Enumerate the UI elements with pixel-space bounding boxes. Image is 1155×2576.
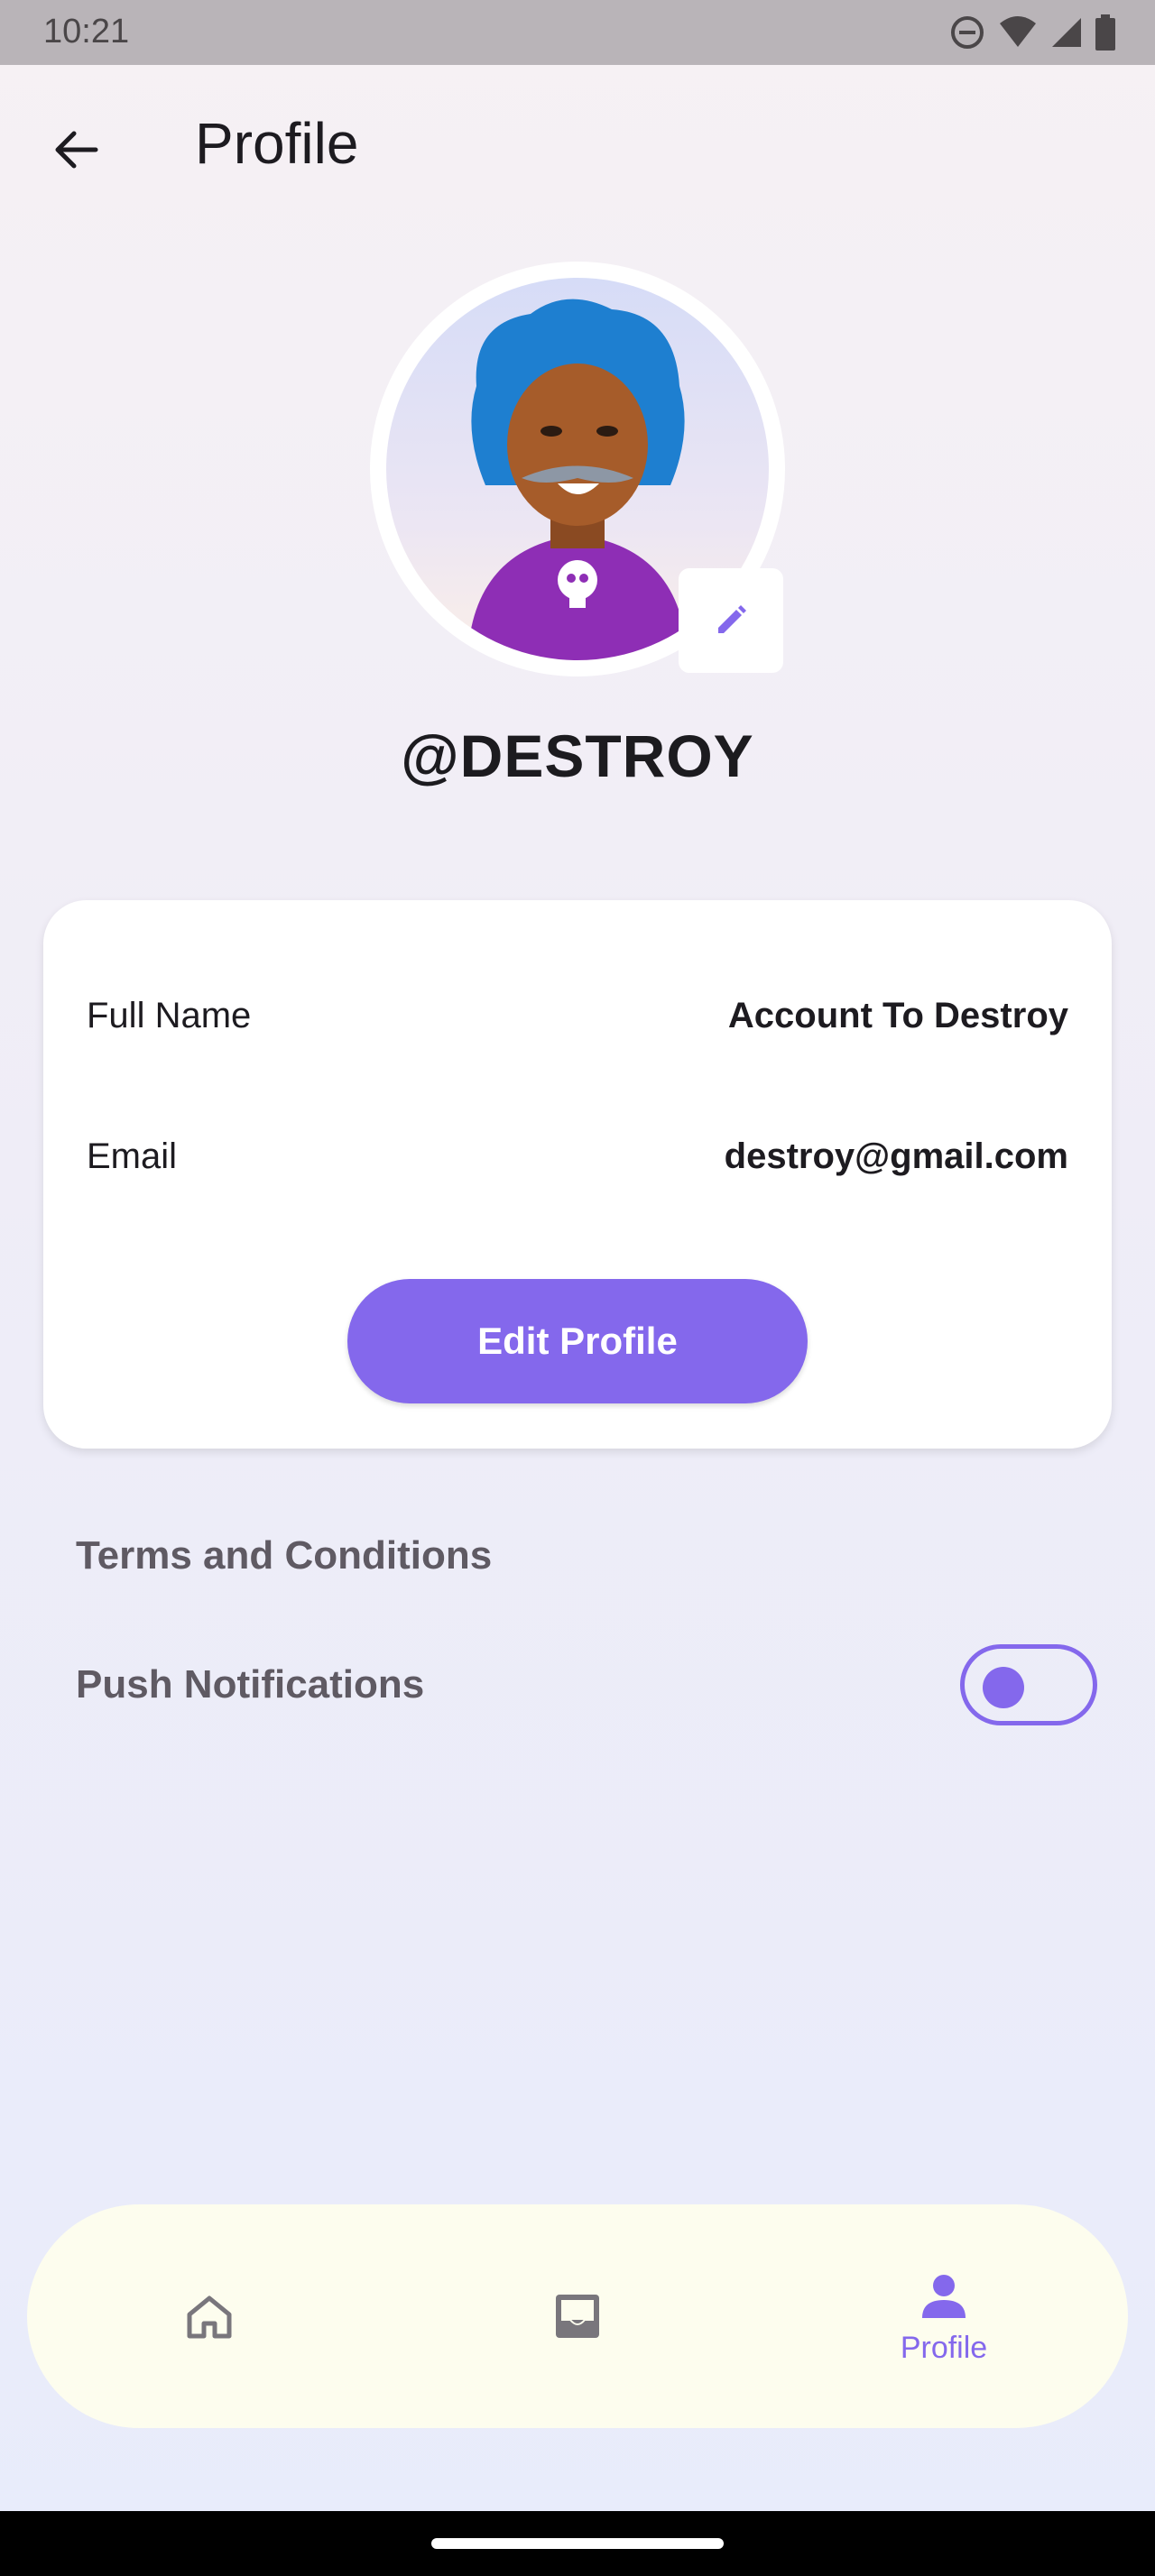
home-icon [187, 2295, 232, 2339]
edit-avatar-button[interactable] [679, 568, 783, 673]
bottom-navigation: Profile [27, 2204, 1128, 2428]
nav-profile-label: Profile [900, 2330, 988, 2365]
email-value: destroy@gmail.com [724, 1136, 1068, 1176]
pencil-icon [718, 605, 746, 633]
push-notifications-toggle[interactable] [960, 1644, 1097, 1725]
person-icon [922, 2274, 966, 2318]
full-name-value: Account To Destroy [727, 996, 1068, 1035]
email-label: Email [87, 1136, 178, 1176]
back-button[interactable] [40, 114, 112, 186]
gesture-bar [0, 2511, 1155, 2576]
toggle-knob [983, 1667, 1024, 1708]
username: @DESTROY [401, 722, 754, 789]
email-row: Email destroy@gmail.com [87, 1124, 1068, 1187]
status-icons [949, 14, 1115, 51]
app-bar: Profile [0, 65, 1155, 218]
status-time: 10:21 [43, 13, 130, 51]
push-notifications-label: Push Notifications [76, 1662, 425, 1707]
nav-inbox[interactable] [487, 2204, 668, 2428]
profile-info-card: Full Name Account To Destroy Email destr… [43, 900, 1112, 1449]
page-title: Profile [195, 111, 359, 176]
do-not-disturb-icon [951, 16, 984, 49]
terms-and-conditions-link[interactable]: Terms and Conditions [76, 1533, 492, 1578]
nav-profile[interactable]: Profile [854, 2204, 1034, 2428]
inbox-icon [556, 2295, 599, 2338]
gesture-handle[interactable] [431, 2538, 724, 2549]
arrow-back-icon [55, 131, 98, 169]
edit-profile-button[interactable]: Edit Profile [347, 1279, 808, 1403]
wifi-icon [1000, 16, 1036, 47]
cell-signal-icon [1052, 18, 1081, 47]
nav-home[interactable] [119, 2204, 300, 2428]
status-bar: 10:21 [0, 0, 1155, 65]
full-name-label: Full Name [87, 996, 252, 1035]
battery-icon [1095, 14, 1115, 51]
full-name-row: Full Name Account To Destroy [87, 983, 1068, 1046]
